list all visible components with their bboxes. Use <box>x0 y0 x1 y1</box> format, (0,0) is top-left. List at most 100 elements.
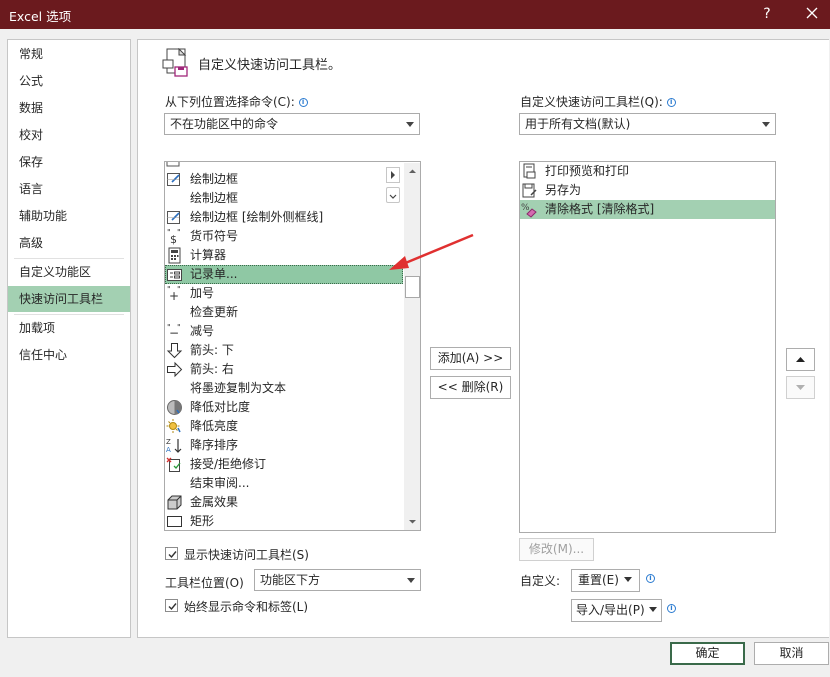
list-item[interactable]: % 清除格式 [清除格式] <box>520 200 775 219</box>
list-item-label: 记录单... <box>190 267 238 281</box>
info-icon[interactable]: i <box>666 98 676 107</box>
list-item-label: 货币符号 <box>190 229 239 243</box>
list-item[interactable]: Z A 降序排序 <box>165 436 403 455</box>
nav-item-addins[interactable]: 加载项 <box>8 315 130 341</box>
list-item[interactable]: 记录单... <box>165 265 403 284</box>
expand-submenu-button[interactable] <box>386 167 400 183</box>
always-show-labels-checkbox[interactable] <box>165 599 178 612</box>
arrow-down-icon <box>166 343 183 359</box>
dropdown-indicator[interactable] <box>386 187 400 203</box>
rectangle-icon <box>167 516 182 527</box>
chevron-down-icon <box>624 577 632 582</box>
chevron-down-icon <box>407 578 415 583</box>
save-as-icon <box>522 183 537 198</box>
ok-button[interactable]: 确定 <box>670 642 745 665</box>
customize-text-label: 自定义: <box>520 574 561 588</box>
list-item-label: 减号 <box>190 324 215 338</box>
plus-quote-icon: "+" <box>167 285 181 302</box>
remove-button[interactable]: << 删除(R) <box>430 376 511 399</box>
show-toolbar-checkbox[interactable] <box>165 547 178 560</box>
cancel-button[interactable]: 取消 <box>754 642 829 665</box>
scroll-up-button[interactable] <box>404 163 420 180</box>
list-item[interactable]: 接受/拒绝修订 <box>165 455 403 474</box>
nav-item-accessibility[interactable]: 辅助功能 <box>8 203 130 229</box>
nav-item-quick-access-toolbar[interactable]: 快速访问工具栏 <box>8 286 130 312</box>
contrast-icon <box>167 400 182 415</box>
scroll-thumb[interactable] <box>405 276 420 298</box>
list-item[interactable]: 降低亮度 <box>165 417 403 436</box>
list-item[interactable]: 另存为 <box>520 181 775 200</box>
svg-text:$: $ <box>170 233 177 245</box>
nav-item-formulas[interactable]: 公式 <box>8 68 130 94</box>
modify-button[interactable]: 修改(M)... <box>519 538 594 561</box>
reset-button[interactable]: 重置(E) <box>571 569 640 592</box>
nav-item-advanced[interactable]: 高级 <box>8 230 130 256</box>
list-item-label: 绘制边框 <box>190 172 239 186</box>
nav-item-general[interactable]: 常规 <box>8 41 130 67</box>
list-item-label: 检查更新 <box>190 305 239 319</box>
customize-toolbar-dropdown[interactable]: 用于所有文档(默认) <box>519 113 776 135</box>
choose-commands-label: 从下列位置选择命令(C): i <box>165 93 308 110</box>
add-button[interactable]: 添加(A) >> <box>430 347 511 370</box>
customize-toolbar-label: 自定义快速访问工具栏(Q): i <box>520 93 676 110</box>
import-export-button[interactable]: 导入/导出(P) <box>571 599 662 622</box>
available-commands-list[interactable]: 绘制边框 绘制边框 绘制边框 [绘制外侧框线] " $ " 货币符号 计算器 记录单... " + "… <box>164 161 421 531</box>
list-item[interactable]: 绘制边框 [绘制外侧框线] <box>165 208 403 227</box>
draw-border-icon <box>167 173 180 186</box>
list-item[interactable]: 绘制边框 <box>165 189 383 208</box>
scroll-down-button[interactable] <box>404 513 420 530</box>
chevron-down-icon <box>762 122 770 127</box>
options-nav: 常规 公式 数据 校对 保存 语言 辅助功能 高级 自定义功能区 快速访问工具栏… <box>7 39 131 638</box>
content-panel: 自定义快速访问工具栏。 从下列位置选择命令(C): i 不在功能区中的命令 绘制… <box>137 39 829 638</box>
list-item[interactable]: 降低对比度 <box>165 398 403 417</box>
nav-item-save[interactable]: 保存 <box>8 149 130 175</box>
toolbar-commands-list[interactable]: 打印预览和打印 另存为 % 清除格式 [清除格式] <box>519 161 776 533</box>
chevron-down-icon <box>406 122 414 127</box>
close-button[interactable] <box>800 3 824 25</box>
move-up-button[interactable] <box>786 348 815 371</box>
list-item[interactable]: " + " 加号 <box>165 284 403 303</box>
list-item-label: 箭头: 右 <box>190 362 234 376</box>
nav-item-data[interactable]: 数据 <box>8 95 130 121</box>
sort-desc-icon: ZA <box>166 438 182 454</box>
chevron-right-icon <box>391 171 395 179</box>
currency-icon: "$" <box>167 228 181 245</box>
always-show-labels-label: 始终显示命令和标签(L) <box>184 600 309 614</box>
list-item[interactable]: " − " 减号 <box>165 322 403 341</box>
list-item[interactable]: 矩形 <box>165 512 403 530</box>
list-item[interactable]: 箭头: 右 <box>165 360 403 379</box>
left-list-scrollbar[interactable] <box>404 163 420 530</box>
list-item[interactable]: 金属效果 <box>165 493 403 512</box>
list-item-label: 降低对比度 <box>190 400 251 414</box>
info-icon[interactable]: i <box>646 574 655 583</box>
list-item[interactable]: 计算器 <box>165 246 403 265</box>
minus-quote-icon: "−" <box>167 323 181 340</box>
info-icon[interactable]: i <box>298 98 308 107</box>
nav-item-proofing[interactable]: 校对 <box>8 122 130 148</box>
nav-item-trust-center[interactable]: 信任中心 <box>8 342 130 368</box>
help-button[interactable]: ? <box>757 3 777 25</box>
checkmark-icon <box>168 603 177 611</box>
choose-commands-dropdown[interactable]: 不在功能区中的命令 <box>164 113 420 135</box>
info-icon[interactable]: i <box>667 604 676 613</box>
nav-item-language[interactable]: 语言 <box>8 176 130 202</box>
arrow-right-icon <box>167 361 183 378</box>
calculator-icon <box>168 247 181 264</box>
nav-item-customize-ribbon[interactable]: 自定义功能区 <box>8 259 130 285</box>
list-item[interactable]: 箭头: 下 <box>165 341 403 360</box>
list-item[interactable]: 绘制边框 <box>165 170 383 189</box>
list-item-label: 结束审阅... <box>190 476 250 490</box>
move-down-button[interactable] <box>786 376 815 399</box>
list-item[interactable]: 检查更新 <box>165 303 403 322</box>
list-item[interactable]: 将墨迹复制为文本 <box>165 379 403 398</box>
title-bar: Excel 选项 ? <box>0 0 830 29</box>
metal-icon <box>167 495 182 510</box>
triangle-down-icon <box>796 385 805 390</box>
list-item[interactable]: 打印预览和打印 <box>520 162 775 181</box>
list-item[interactable]: " $ " 货币符号 <box>165 227 403 246</box>
list-item[interactable]: 结束审阅... <box>165 474 403 493</box>
chevron-down-icon <box>649 607 657 612</box>
triangle-up-icon <box>796 357 805 362</box>
toolbar-position-dropdown[interactable]: 功能区下方 <box>254 569 421 591</box>
list-item[interactable] <box>165 162 403 170</box>
